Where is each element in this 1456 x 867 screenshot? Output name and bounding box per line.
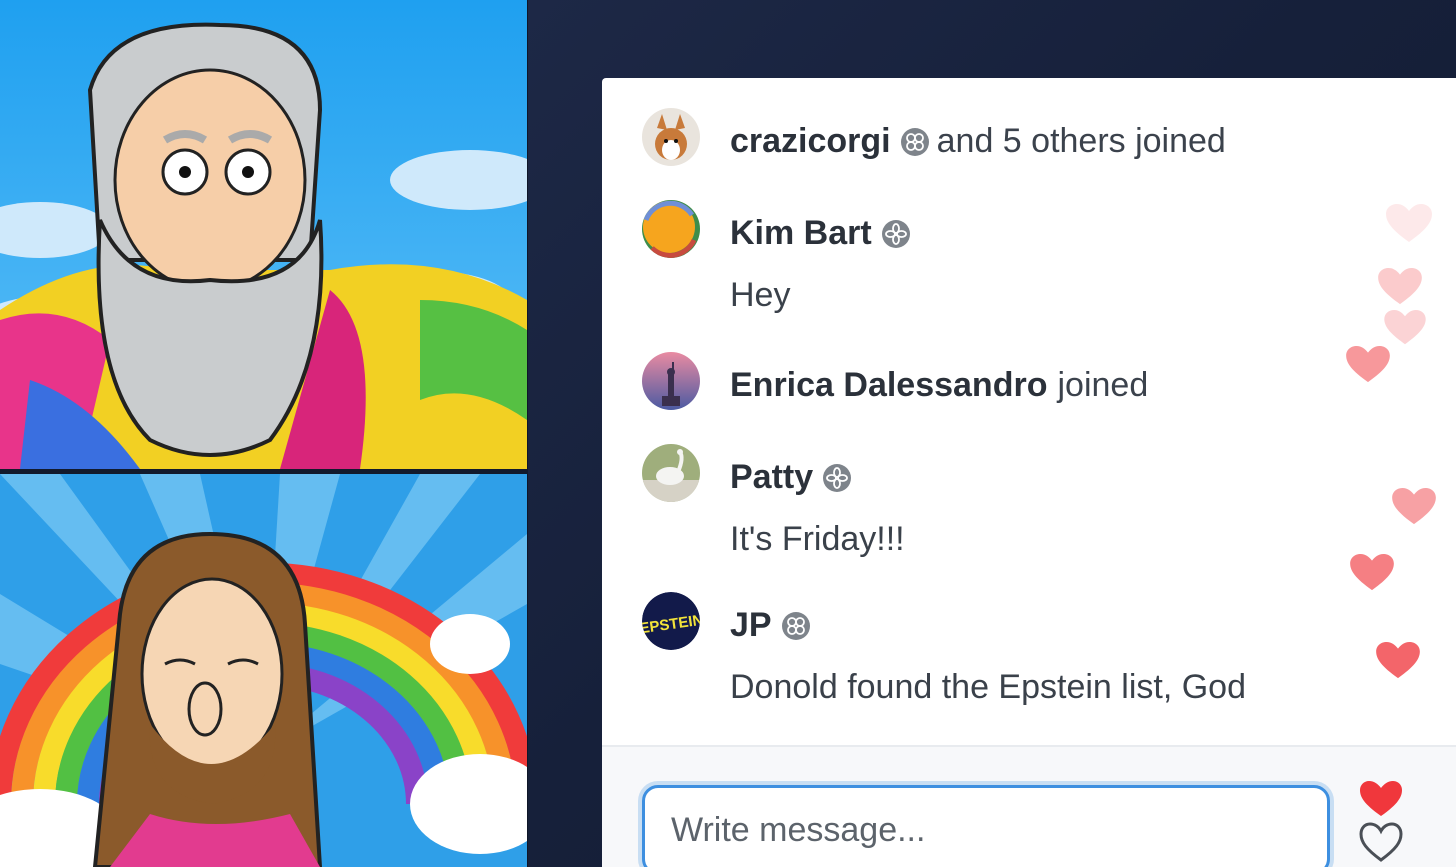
orange-circle-avatar-icon: [642, 200, 700, 258]
user-name[interactable]: crazicorgi: [730, 122, 891, 161]
white-bird-photo-icon: [642, 444, 700, 502]
flower-badge-icon: [781, 611, 810, 640]
video-column: [0, 0, 528, 867]
message-input[interactable]: [642, 785, 1330, 867]
floating-heart-icon: [1384, 310, 1426, 346]
avatar[interactable]: [642, 108, 700, 166]
message-text: It's Friday!!!: [730, 520, 905, 558]
avatar[interactable]: [642, 200, 700, 258]
floating-heart-icon: [1346, 346, 1390, 384]
floating-heart-icon: [1350, 554, 1394, 592]
flower-badge-icon: [900, 127, 929, 156]
floating-heart-icon: [1378, 268, 1422, 306]
flower-badge-icon: [881, 219, 910, 248]
user-name[interactable]: Kim Bart: [730, 214, 872, 253]
floating-heart-icon: [1376, 642, 1420, 680]
user-name[interactable]: Patty: [730, 458, 813, 497]
join-notice: joined: [1057, 366, 1149, 404]
avatar[interactable]: EPSTEIN: [642, 592, 700, 650]
cartoon-rainbow-man-image: [0, 474, 527, 867]
chat-panel: crazicorgi and 5 others joined Kim Bart: [602, 78, 1456, 867]
video-tile-top[interactable]: [0, 0, 527, 469]
avatar[interactable]: [642, 444, 700, 502]
corgi-photo-icon: [642, 108, 700, 166]
message-text: Donold found the Epstein list, God: [730, 668, 1246, 706]
join-notice: and 5 others joined: [936, 122, 1226, 160]
flower-badge-icon: [823, 463, 852, 492]
message-text: Hey: [730, 276, 791, 314]
epstein-text-logo-icon: EPSTEIN: [642, 592, 700, 650]
avatar[interactable]: [642, 352, 700, 410]
cartoon-old-man-image: [0, 0, 527, 469]
floating-heart-icon: [1392, 488, 1436, 526]
heart-reaction-button[interactable]: [1358, 780, 1404, 864]
statue-of-liberty-photo-icon: [642, 352, 700, 410]
video-tile-bottom[interactable]: [0, 474, 527, 867]
floating-heart-icon: [1386, 204, 1432, 244]
user-name[interactable]: JP: [730, 606, 772, 645]
user-name[interactable]: Enrica Dalessandro: [730, 366, 1047, 405]
heart-outline-icon: [1359, 781, 1403, 862]
